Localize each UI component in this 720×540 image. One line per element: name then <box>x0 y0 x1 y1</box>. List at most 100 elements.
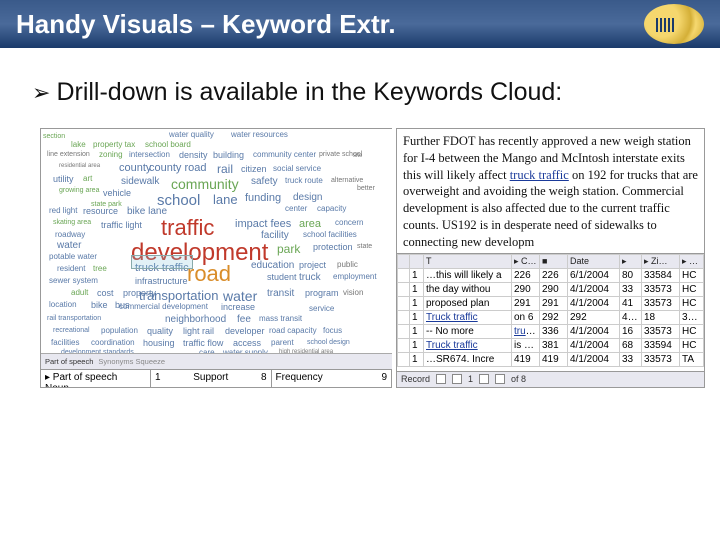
cloud-word[interactable]: recreational <box>53 327 90 334</box>
cloud-word[interactable]: alternative <box>331 177 363 184</box>
cloud-word[interactable]: state <box>357 243 372 250</box>
cloud-word[interactable]: vision <box>343 289 363 297</box>
cloud-word[interactable]: capacity <box>317 205 346 213</box>
cloud-word[interactable]: lake <box>71 141 86 149</box>
table-header-cell[interactable]: Date <box>568 254 620 268</box>
cloud-word[interactable]: density <box>179 151 208 160</box>
cloud-word[interactable]: rail transportation <box>47 315 101 322</box>
cloud-word[interactable]: better <box>357 185 375 192</box>
results-table[interactable]: T▸ Comment■Date▸▸ Zi…▸ Ju… 1…this will l… <box>397 254 704 367</box>
cloud-word[interactable]: resident <box>57 265 85 273</box>
cloud-word[interactable]: water quality <box>169 131 214 139</box>
cloud-word[interactable]: transit <box>267 289 294 299</box>
frequency-col[interactable]: Frequency9 <box>272 370 393 387</box>
cloud-word[interactable]: social service <box>273 165 321 173</box>
cloud-word[interactable]: bike <box>91 301 108 310</box>
cloud-word[interactable]: growing area <box>59 187 99 194</box>
cloud-word[interactable]: light rail <box>183 327 214 336</box>
table-header-cell[interactable]: ▸ Zi… <box>642 254 680 268</box>
cloud-word[interactable]: cost <box>97 289 114 298</box>
cloud-word[interactable]: service <box>309 305 334 313</box>
cloud-word[interactable]: access <box>233 339 261 348</box>
cloud-word[interactable]: area <box>299 219 321 230</box>
cloud-word[interactable]: program <box>305 289 339 298</box>
cloud-word[interactable]: community <box>171 177 239 191</box>
keyword-cloud-panel[interactable]: sectionlakeproperty taxschool boardwater… <box>40 128 392 388</box>
cloud-word[interactable]: zoning <box>99 151 123 159</box>
cloud-word[interactable]: roadway <box>55 231 85 239</box>
cloud-word[interactable]: transportation <box>139 289 219 302</box>
cloud-word[interactable]: section <box>43 133 65 140</box>
cloud-word[interactable]: safety <box>251 177 278 187</box>
cloud-word[interactable]: water <box>223 289 257 303</box>
record-navigator[interactable]: Record 1 of 8 <box>397 371 704 387</box>
cloud-word[interactable]: citizen <box>241 165 267 174</box>
cloud-word[interactable]: focus <box>323 327 342 335</box>
cloud-word[interactable]: skating area <box>53 219 91 226</box>
cloud-word[interactable]: location <box>49 301 77 309</box>
cloud-word[interactable]: county <box>119 163 151 174</box>
table-body[interactable]: 1…this will likely a2262266/1/2004803358… <box>398 268 704 366</box>
table-row[interactable]: 1the day withou2902904/1/20043333573HC <box>398 282 704 296</box>
cloud-word[interactable]: housing <box>143 339 175 348</box>
cloud-word[interactable]: truck route <box>285 177 323 185</box>
cloud-word[interactable]: county road <box>149 163 206 174</box>
nav-last-icon[interactable] <box>495 374 505 384</box>
cloud-word[interactable]: traffic flow <box>183 339 223 348</box>
selected-term-highlight[interactable] <box>131 255 193 269</box>
cloud-word[interactable]: sidewalk <box>121 177 159 187</box>
cloud-word[interactable]: potable water <box>49 253 97 261</box>
cloud-word[interactable]: site <box>353 153 362 159</box>
cloud-word[interactable]: school facilities <box>303 231 357 239</box>
cloud-word[interactable]: building <box>213 151 244 160</box>
cloud-word[interactable]: art <box>83 175 92 183</box>
cloud-word[interactable]: red light <box>49 207 77 215</box>
cloud-word[interactable]: tree <box>93 265 107 273</box>
table-row[interactable]: 1-- No moretru 3363364/1/20041633573HC <box>398 324 704 338</box>
cloud-word[interactable]: intersection <box>129 151 170 159</box>
nav-next-icon[interactable] <box>479 374 489 384</box>
table-header-cell[interactable]: ▸ Comment <box>512 254 540 268</box>
cloud-word[interactable]: water <box>57 241 81 251</box>
cloud-word[interactable]: center <box>285 205 307 213</box>
cloud-word[interactable]: mass transit <box>259 315 302 323</box>
cloud-word[interactable]: education <box>251 261 294 271</box>
cloud-word[interactable]: vehicle <box>103 189 131 198</box>
cloud-word[interactable]: school board <box>145 141 191 149</box>
keyword-cloud[interactable]: sectionlakeproperty taxschool boardwater… <box>41 129 392 387</box>
cloud-word[interactable]: park <box>277 243 300 255</box>
cloud-word[interactable]: project <box>299 261 326 270</box>
cloud-word[interactable]: impact fees <box>235 219 291 230</box>
term-link[interactable]: Truck traffic <box>426 312 478 323</box>
cloud-word[interactable]: line extension <box>47 151 90 158</box>
nav-prev-icon[interactable] <box>452 374 462 384</box>
cloud-word[interactable]: commercial development <box>119 303 208 311</box>
term-link[interactable]: Truck traffic <box>426 340 478 351</box>
cloud-word[interactable]: employment <box>333 273 377 281</box>
cloud-word[interactable]: rail <box>217 163 233 175</box>
table-header-cell[interactable] <box>410 254 424 268</box>
cloud-word[interactable]: road <box>187 263 231 285</box>
cloud-word[interactable]: residential area <box>59 163 100 169</box>
cloud-word[interactable]: concern <box>335 219 363 227</box>
table-row[interactable]: 1Truck trafficon 62922924/1/20041833573 <box>398 310 704 324</box>
cloud-word[interactable]: community center <box>253 151 316 159</box>
cloud-word[interactable]: school design <box>307 339 350 346</box>
cloud-word[interactable]: parent <box>271 339 294 347</box>
table-header-cell[interactable] <box>398 254 410 268</box>
table-header-cell[interactable]: T <box>424 254 512 268</box>
cloud-word[interactable]: sewer system <box>49 277 98 285</box>
table-header-cell[interactable]: ■ <box>540 254 568 268</box>
cloud-word[interactable]: funding <box>245 193 281 204</box>
cloud-word[interactable]: road capacity <box>269 327 317 335</box>
cloud-word[interactable]: fee <box>237 315 251 325</box>
cloud-word[interactable]: infrastructure <box>135 277 188 286</box>
pos-header[interactable]: ▸ Part of speechNoun <box>41 370 151 387</box>
cloud-word[interactable]: traffic <box>161 217 214 239</box>
table-row[interactable]: 1…SR674. Incre4194194/1/20043333573TA <box>398 352 704 366</box>
support-col[interactable]: 1Support8 <box>151 370 272 387</box>
nav-first-icon[interactable] <box>436 374 446 384</box>
cloud-word[interactable]: truck <box>299 273 321 283</box>
table-row[interactable]: 1Truck trafficis 3813814/1/20046833594HC <box>398 338 704 352</box>
table-header-cell[interactable]: ▸ <box>620 254 642 268</box>
